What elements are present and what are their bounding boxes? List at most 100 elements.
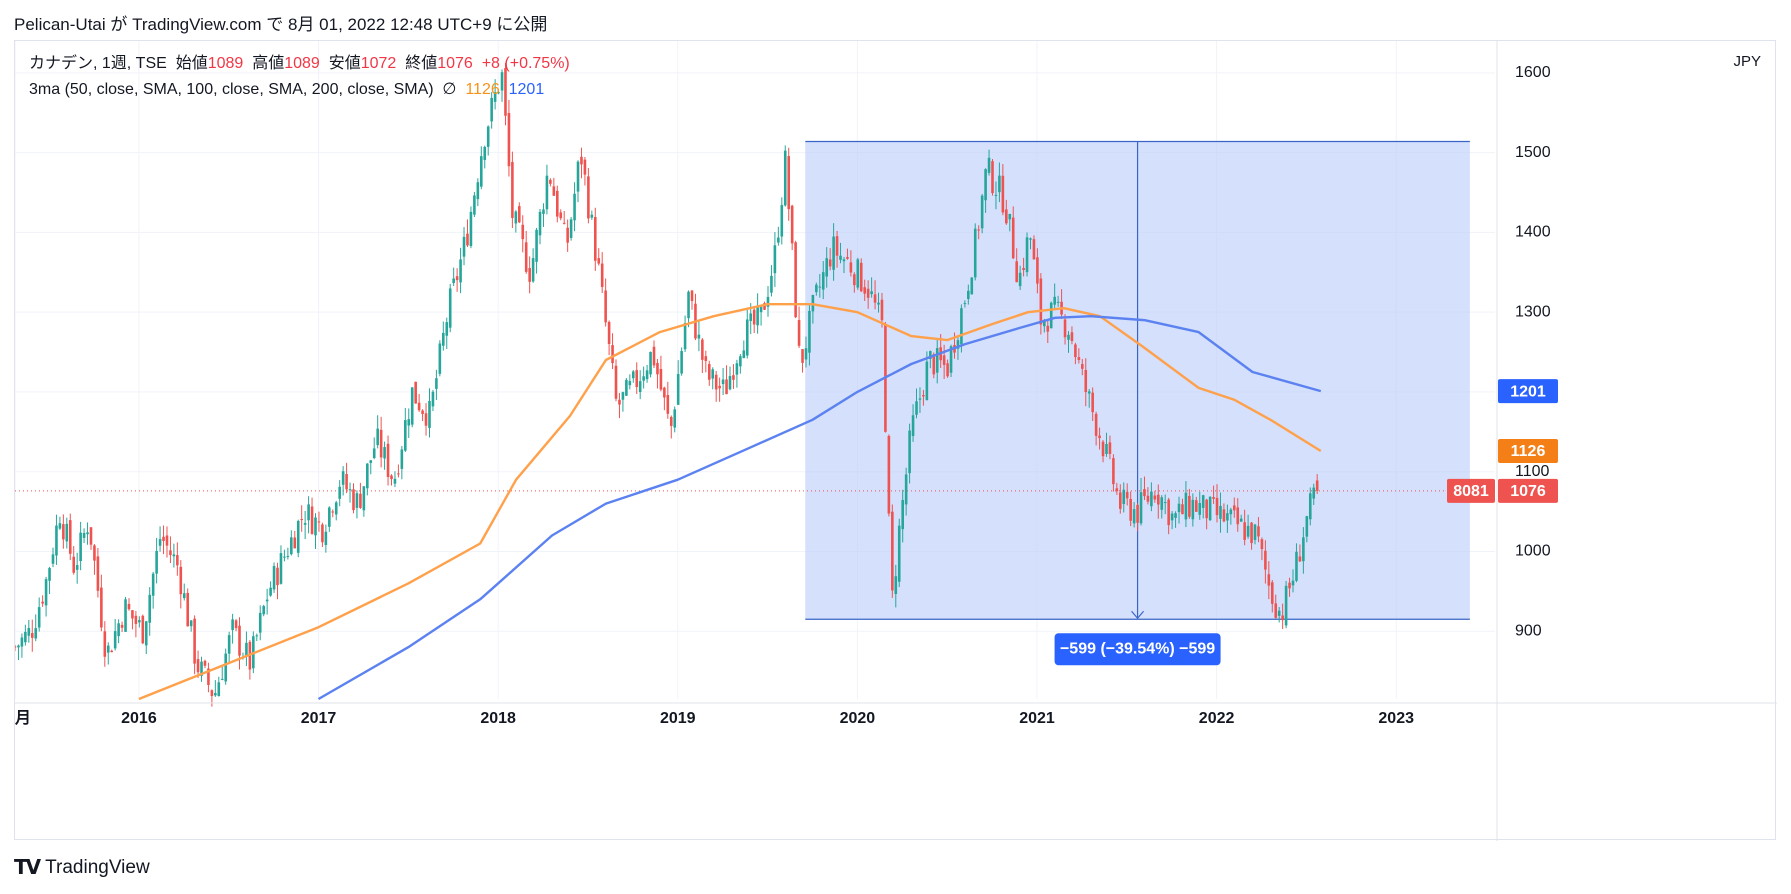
candle-body	[642, 376, 645, 381]
candle-body	[680, 351, 683, 374]
candle-body	[245, 642, 248, 656]
publish-info: Pelican-Utai が TradingView.com で 8月 01, …	[14, 15, 548, 34]
candle-body	[925, 361, 929, 401]
candle-body	[314, 517, 317, 536]
candle-body	[1001, 175, 1005, 213]
candle-body	[134, 615, 138, 624]
low-label: 安値	[328, 55, 361, 72]
symbol-label[interactable]: カナデン, 1週, TSE	[29, 55, 167, 72]
candle-body	[86, 532, 89, 535]
candle-body	[790, 205, 794, 244]
high-label: 高値	[252, 55, 285, 72]
candle-body	[1115, 488, 1119, 492]
ma-legend-row[interactable]: 3ma (50, close, SMA, 100, close, SMA, 20…	[29, 77, 570, 103]
candle-body	[1288, 582, 1291, 589]
candle-body	[652, 346, 656, 366]
candle-body	[334, 502, 338, 515]
candle-body	[238, 625, 241, 656]
candle-body	[1260, 539, 1264, 550]
chart-pane[interactable]: −599 (−39.54%) −599900100011001200130014…	[14, 40, 1777, 841]
candle-body	[79, 532, 82, 562]
candle-body	[593, 216, 597, 261]
candle-body	[34, 628, 38, 639]
candle-body	[663, 387, 666, 398]
candle-body	[106, 645, 110, 653]
x-tick-label: 2021	[1019, 710, 1055, 727]
candle-body	[127, 603, 131, 610]
candle-body	[17, 645, 20, 648]
candle-body	[911, 415, 915, 436]
candle-body	[1032, 239, 1036, 260]
y-tick-label: 1400	[1515, 224, 1551, 241]
candle-body	[735, 363, 739, 375]
visibility-icon[interactable]: ∅	[443, 81, 457, 98]
price-badge-label: 1201	[1510, 383, 1546, 400]
candle-body	[1101, 441, 1105, 457]
ma-indicator-label[interactable]: 3ma (50, close, SMA, 100, close, SMA, 20…	[29, 81, 434, 98]
candle-body	[1295, 551, 1298, 581]
candle-body	[590, 214, 594, 218]
candle-body	[452, 278, 455, 284]
candle-body	[835, 236, 839, 256]
candle-body	[842, 259, 846, 262]
candle-body	[24, 631, 27, 643]
candle-body	[65, 523, 69, 542]
candle-body	[1163, 502, 1167, 504]
candle-body	[155, 550, 158, 574]
candle-body	[355, 493, 359, 508]
candle-body	[424, 413, 428, 426]
candle-body	[214, 692, 217, 696]
candle-body	[524, 242, 528, 272]
candle-body	[186, 592, 190, 627]
candle-body	[1194, 500, 1198, 512]
candle-body	[176, 555, 179, 566]
candle-body	[977, 229, 980, 231]
candle-body	[189, 620, 193, 627]
candle-body	[182, 593, 186, 599]
candle-body	[514, 211, 518, 224]
candle-body	[372, 448, 376, 459]
candle-body	[58, 523, 62, 529]
price-chart[interactable]: −599 (−39.54%) −599900100011001200130014…	[15, 41, 1777, 841]
candle-body	[600, 263, 604, 287]
candle-body	[486, 126, 490, 147]
ma2-value: 1201	[508, 81, 545, 98]
candle-body	[169, 550, 172, 556]
candle-body	[1212, 497, 1215, 499]
candle-body	[369, 460, 373, 463]
candle-body	[383, 447, 386, 459]
candle-body	[428, 400, 431, 428]
candle-body	[148, 594, 152, 623]
candle-body	[103, 631, 107, 657]
candle-body	[348, 489, 352, 491]
candle-body	[1112, 458, 1115, 485]
candle-body	[390, 475, 393, 480]
candle-body	[946, 363, 949, 377]
candle-body	[44, 579, 48, 606]
candle-body	[562, 222, 566, 224]
candle-body	[272, 566, 276, 590]
candle-body	[1108, 442, 1112, 454]
candle-body	[1205, 499, 1208, 519]
candle-body	[1053, 296, 1056, 305]
candle-body	[1036, 257, 1039, 284]
candle-body	[980, 195, 984, 229]
price-badge-label: 8081	[1453, 483, 1489, 500]
ohlc-legend-row[interactable]: カナデン, 1週, TSE 始値1089 高値1089 安値1072 終値107…	[29, 51, 570, 77]
candle-body	[1008, 213, 1012, 220]
candle-body	[846, 257, 849, 259]
candle-body	[1025, 237, 1029, 273]
candle-body	[459, 259, 462, 283]
candle-body	[531, 258, 535, 282]
candle-body	[37, 607, 41, 628]
open-label: 始値	[175, 55, 208, 72]
candle-body	[417, 402, 421, 411]
candle-body	[780, 205, 784, 237]
tradingview-logo[interactable]: 𝗧𝗩 TradingView	[14, 855, 150, 880]
candle-body	[718, 385, 721, 389]
candle-body	[1081, 364, 1084, 369]
candle-body	[507, 112, 511, 167]
candle-body	[773, 245, 777, 274]
candle-body	[1308, 493, 1312, 520]
candle-body	[231, 619, 234, 631]
